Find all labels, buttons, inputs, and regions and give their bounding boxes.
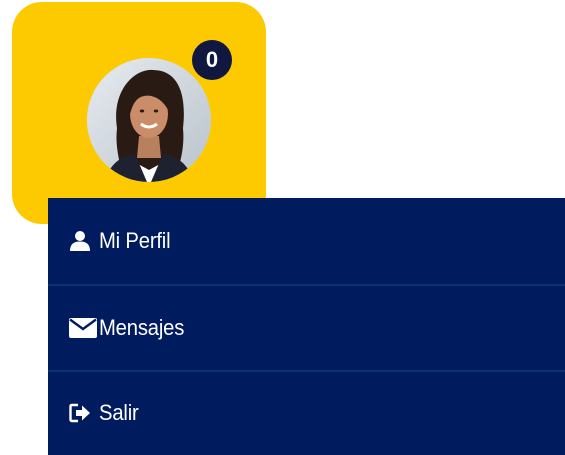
menu-item-label: Salir: [99, 399, 139, 425]
user-menu-widget: 0 Mi Perfil Mensajes Salir: [0, 0, 565, 455]
avatar-image: [87, 58, 211, 182]
envelope-icon: [69, 317, 99, 339]
menu-item-mensajes[interactable]: Mensajes: [48, 284, 565, 370]
menu-item-label: Mi Perfil: [99, 228, 171, 253]
menu-item-salir[interactable]: Salir: [48, 370, 565, 453]
menu-item-mi-perfil[interactable]: Mi Perfil: [48, 198, 565, 284]
user-dropdown-menu: Mi Perfil Mensajes Salir: [48, 198, 565, 455]
sign-out-icon: [69, 402, 99, 424]
profile-card: 0: [12, 2, 266, 224]
avatar[interactable]: [87, 58, 211, 182]
user-icon: [69, 230, 99, 252]
menu-item-label: Mensajes: [99, 315, 185, 340]
notification-badge: 0: [192, 40, 232, 80]
